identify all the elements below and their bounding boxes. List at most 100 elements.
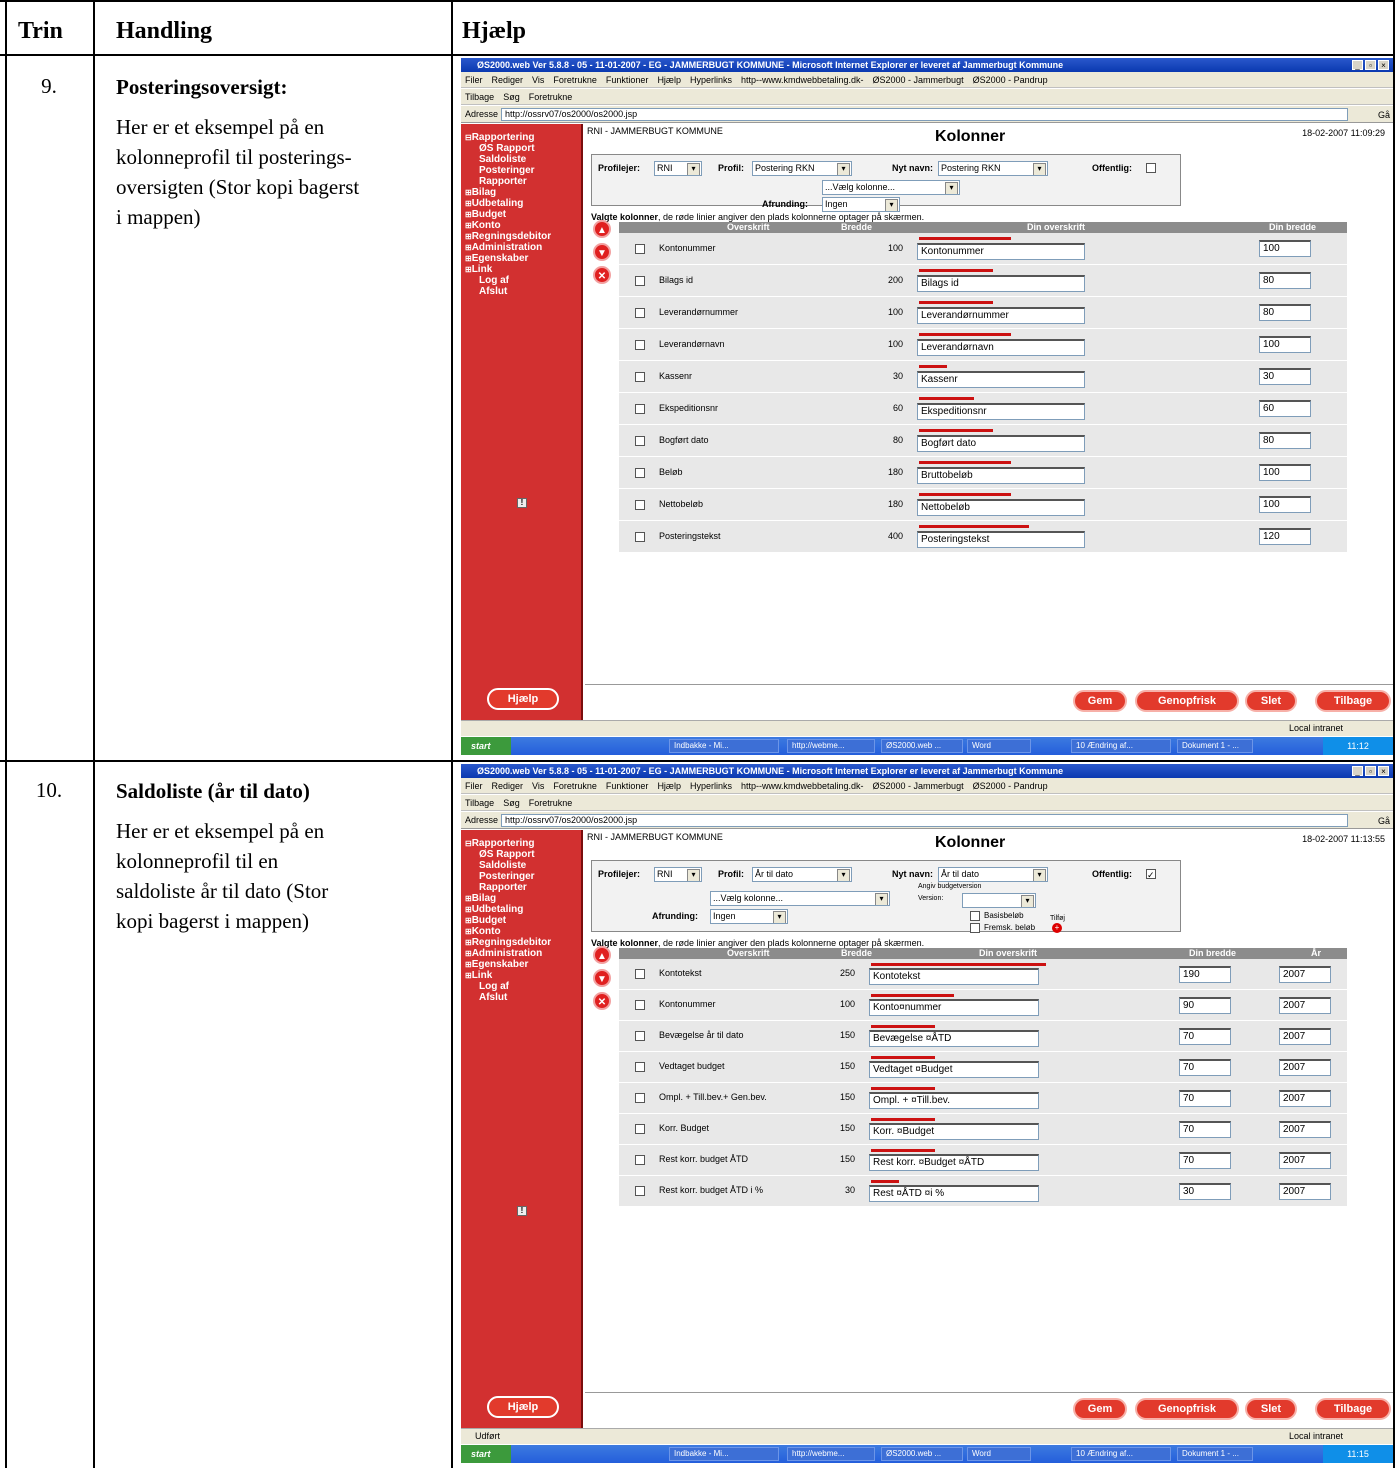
sidebar-item[interactable]: ⊞Regningsdebitor (465, 231, 551, 242)
menu-item[interactable]: Foretrukne (553, 781, 597, 791)
nyt-navn-input[interactable]: Postering RKN (938, 161, 1048, 176)
close-button[interactable]: × (1378, 60, 1389, 70)
din-bredde-input[interactable]: 70 (1179, 1120, 1231, 1138)
sidebar-item[interactable]: ⊟Rapportering (465, 838, 534, 849)
din-bredde-input[interactable]: 100 (1259, 464, 1311, 481)
sidebar-item[interactable]: ⊞Bilag (465, 893, 496, 904)
sidebar-item[interactable]: Posteringer (479, 871, 535, 882)
din-overskrift-input[interactable]: Ompl. + ¤Till.bev. (869, 1092, 1039, 1109)
gem-button[interactable]: Gem (1073, 1398, 1127, 1420)
din-bredde-input[interactable]: 70 (1179, 1027, 1231, 1045)
move-up-button[interactable]: ▲ (593, 946, 611, 964)
close-button[interactable]: × (1378, 766, 1389, 776)
din-bredde-input[interactable]: 80 (1259, 432, 1311, 449)
sidebar-item[interactable]: Posteringer (479, 165, 535, 176)
taskbar-item[interactable]: 10 Ændring af... (1071, 739, 1171, 753)
din-overskrift-input[interactable]: Bevægelse ¤ÅTD (869, 1030, 1039, 1047)
toolbar-button[interactable]: Søg (503, 798, 520, 808)
afrunding-select[interactable]: Ingen (710, 909, 788, 924)
profil-select[interactable]: Postering RKN (752, 161, 852, 176)
nyt-navn-input[interactable]: År til dato (938, 867, 1048, 882)
din-bredde-input[interactable]: 70 (1179, 1151, 1231, 1169)
menu-item[interactable]: ØS2000 - Pandrup (973, 75, 1048, 85)
menu-item[interactable]: ØS2000 - Pandrup (973, 781, 1048, 791)
din-overskrift-input[interactable]: Konto¤nummer (869, 999, 1039, 1016)
sidebar-item[interactable]: ⊞Administration (465, 948, 542, 959)
taskbar-item[interactable]: 10 Ændring af... (1071, 1447, 1171, 1461)
address-input[interactable]: http://ossrv07/os2000/os2000.jsp (501, 108, 1348, 121)
minimize-button[interactable]: _ (1352, 766, 1363, 776)
delete-button[interactable]: ✕ (593, 992, 611, 1010)
toolbar-button[interactable]: Søg (503, 92, 520, 102)
taskbar-item[interactable]: http://webme... (787, 739, 875, 753)
taskbar-item[interactable]: Word (967, 739, 1031, 753)
din-overskrift-input[interactable]: Rest korr. ¤Budget ¤ÅTD (869, 1154, 1039, 1171)
din-bredde-input[interactable]: 80 (1259, 272, 1311, 289)
sidebar-item[interactable]: ⊞Konto (465, 220, 501, 231)
taskbar-item[interactable]: Word (967, 1447, 1031, 1461)
move-down-button[interactable]: ▼ (593, 969, 611, 987)
menu-item[interactable]: ØS2000 - Jammerbugt (873, 75, 964, 85)
sidebar-item[interactable]: ⊞Regningsdebitor (465, 937, 551, 948)
menu-item[interactable]: Funktioner (606, 75, 649, 85)
version-select[interactable] (962, 893, 1036, 908)
din-overskrift-input[interactable]: Kontonummer (917, 243, 1085, 260)
din-bredde-input[interactable]: 70 (1179, 1089, 1231, 1107)
din-bredde-input[interactable]: 90 (1179, 996, 1231, 1014)
aar-input[interactable]: 2007 (1279, 1120, 1331, 1138)
menu-item[interactable]: Vis (532, 781, 544, 791)
toolbar-button[interactable]: Foretrukne (529, 798, 573, 808)
taskbar-item[interactable]: http://webme... (787, 1447, 875, 1461)
din-overskrift-input[interactable]: Posteringstekst (917, 531, 1085, 548)
sidebar-item[interactable]: ⊞Link (465, 970, 492, 981)
menu-item[interactable]: Vis (532, 75, 544, 85)
menu-item[interactable]: ØS2000 - Jammerbugt (873, 781, 964, 791)
tilbage-button[interactable]: Tilbage (1315, 690, 1391, 712)
sidebar-item[interactable]: Log af (479, 275, 509, 286)
din-overskrift-input[interactable]: Nettobeløb (917, 499, 1085, 516)
go-button[interactable]: Gå (1378, 107, 1390, 124)
menu-item[interactable]: Rediger (492, 781, 524, 791)
sidebar-item[interactable]: Rapporter (479, 882, 527, 893)
sidebar-item[interactable]: Saldoliste (479, 154, 526, 165)
din-bredde-input[interactable]: 80 (1259, 304, 1311, 321)
sidebar-item[interactable]: ⊞Bilag (465, 187, 496, 198)
basisbeloeb-checkbox[interactable] (970, 911, 980, 921)
menu-item[interactable]: Funktioner (606, 781, 649, 791)
taskbar-item[interactable]: Dokument 1 - ... (1177, 739, 1253, 753)
din-bredde-input[interactable]: 120 (1259, 528, 1311, 545)
profilejer-select[interactable]: RNI (654, 161, 702, 176)
sidebar-item[interactable]: ⊞Udbetaling (465, 198, 523, 209)
sidebar-item[interactable]: ⊞Egenskaber (465, 959, 528, 970)
aar-input[interactable]: 2007 (1279, 996, 1331, 1014)
aar-input[interactable]: 2007 (1279, 1089, 1331, 1107)
move-down-button[interactable]: ▼ (593, 243, 611, 261)
slet-button[interactable]: Slet (1245, 690, 1297, 712)
din-bredde-input[interactable]: 190 (1179, 965, 1231, 983)
taskbar-item[interactable]: Indbakke - Mi... (669, 1447, 779, 1461)
din-bredde-input[interactable]: 100 (1259, 496, 1311, 513)
menu-item[interactable]: http--www.kmdwebbetaling.dk- (741, 75, 864, 85)
din-bredde-input[interactable]: 30 (1259, 368, 1311, 385)
start-button[interactable]: start (461, 737, 511, 755)
sidebar-item[interactable]: ⊞Egenskaber (465, 253, 528, 264)
add-icon[interactable]: + (1052, 923, 1062, 933)
sidebar-item[interactable]: ⊞Link (465, 264, 492, 275)
din-overskrift-input[interactable]: Rest ¤ÅTD ¤i % (869, 1185, 1039, 1202)
vaelg-kolonne-select[interactable]: ...Vælg kolonne... (710, 891, 890, 906)
gem-button[interactable]: Gem (1073, 690, 1127, 712)
taskbar-item[interactable]: ØS2000.web ... (881, 739, 963, 753)
sidebar-item[interactable]: ⊞Budget (465, 915, 506, 926)
sidebar-item[interactable]: Afslut (479, 992, 507, 1003)
info-icon[interactable]: ! (517, 498, 527, 508)
vaelg-kolonne-select[interactable]: ...Vælg kolonne... (822, 180, 960, 195)
taskbar-item[interactable]: Indbakke - Mi... (669, 739, 779, 753)
menu-item[interactable]: Hjælp (657, 75, 681, 85)
go-button[interactable]: Gå (1378, 813, 1390, 830)
offentlig-checkbox[interactable]: ✓ (1146, 869, 1156, 880)
din-overskrift-input[interactable]: Korr. ¤Budget (869, 1123, 1039, 1140)
aar-input[interactable]: 2007 (1279, 1151, 1331, 1169)
sidebar-item[interactable]: ØS Rapport (479, 849, 535, 860)
taskbar-item[interactable]: Dokument 1 - ... (1177, 1447, 1253, 1461)
profilejer-select[interactable]: RNI (654, 867, 702, 882)
